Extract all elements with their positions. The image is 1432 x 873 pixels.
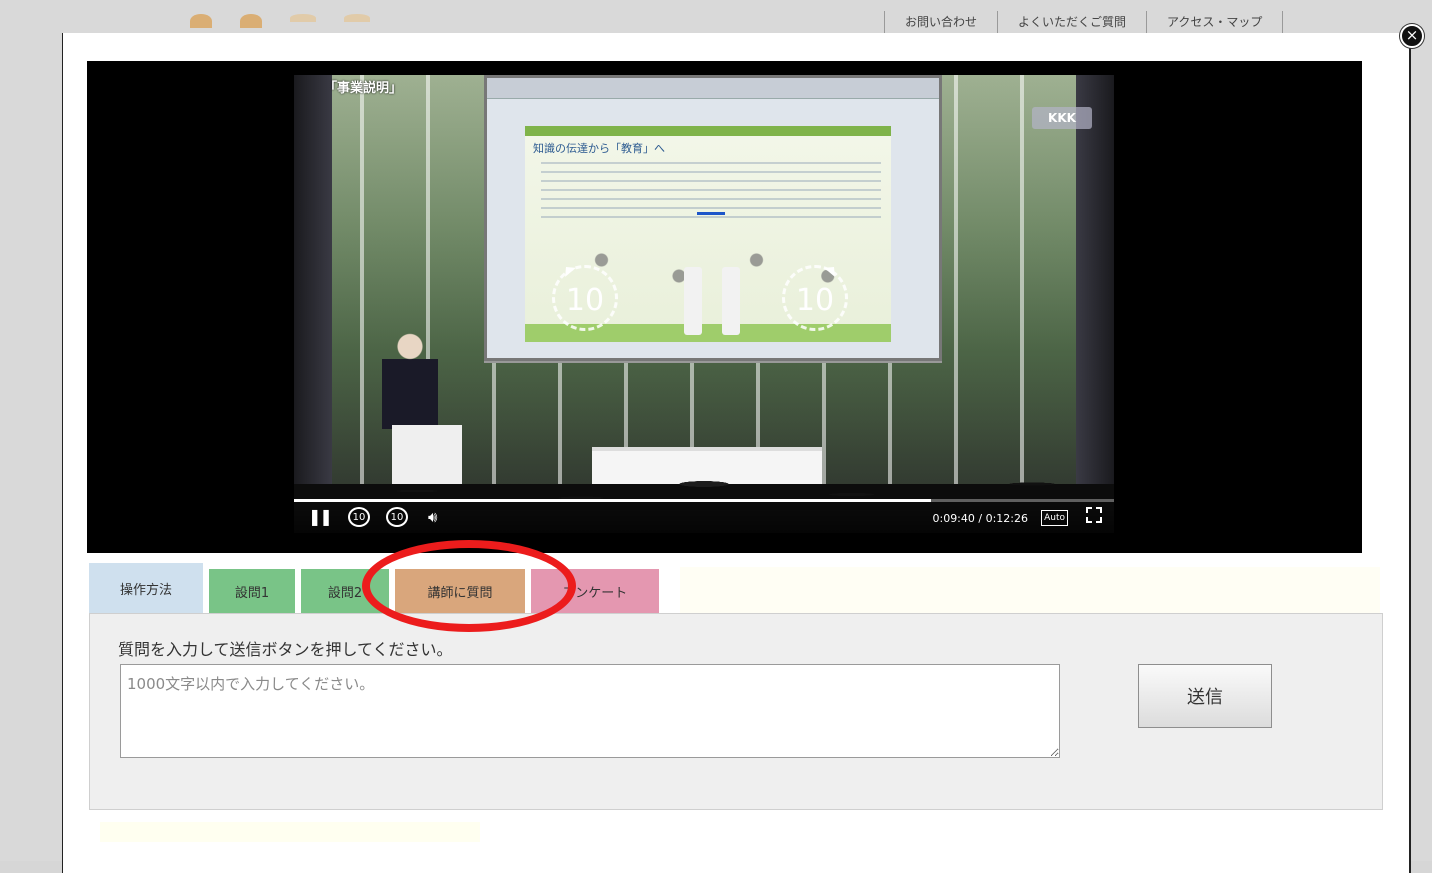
rewind-10-icon[interactable]: 10 <box>348 507 370 527</box>
tab-question-2[interactable]: 設問2 <box>301 569 389 613</box>
send-button[interactable]: 送信 <box>1138 664 1272 728</box>
pause-icon[interactable]: ❚❚ <box>308 507 333 527</box>
skip-forward-10-icon[interactable]: 10 <box>782 265 848 331</box>
progress-fill <box>294 499 932 502</box>
video-caption: 「事業説明」 <box>324 81 403 96</box>
video-frame[interactable]: 知識の伝達から「教育」へ 「事業説明」 KKK 10 10 ❚❚ 10 10 🔊… <box>294 75 1114 533</box>
brand-logo: KKK <box>1032 107 1092 129</box>
volume-icon[interactable]: 🔊︎ <box>428 507 437 527</box>
top-nav: お問い合わせ よくいただくご質問 アクセス・マップ <box>884 8 1284 36</box>
tab-question-1[interactable]: 設問1 <box>209 569 295 613</box>
tab-bar: 操作方法 設問1 設問2 講師に質問 アンケート <box>89 563 665 613</box>
fullscreen-icon[interactable] <box>1086 507 1102 523</box>
tab-survey[interactable]: アンケート <box>531 569 659 613</box>
quality-button[interactable]: Auto <box>1041 510 1068 526</box>
question-input[interactable] <box>120 664 1060 758</box>
bottom-strip <box>100 822 480 842</box>
nav-faq-link[interactable]: よくいただくご質問 <box>997 11 1146 33</box>
tab-ask-instructor[interactable]: 講師に質問 <box>395 569 525 613</box>
speaker-figure <box>382 333 438 429</box>
skip-back-10-icon[interactable]: 10 <box>552 265 618 331</box>
arrow-icon <box>697 212 725 215</box>
nav-access-link[interactable]: アクセス・マップ <box>1146 11 1284 33</box>
instruction-text: 質問を入力して送信ボタンを押してください。 <box>118 640 453 659</box>
control-bar: ❚❚ 10 10 🔊︎ 0:09:40 / 0:12:26 Auto <box>294 499 1114 533</box>
screen-toolbar <box>487 78 939 99</box>
tab-strip-background <box>680 567 1380 613</box>
slide-title: 知識の伝達から「教育」へ <box>533 142 665 155</box>
nav-contact-link[interactable]: お問い合わせ <box>884 11 997 33</box>
close-icon[interactable]: × <box>1400 24 1424 48</box>
big-pause-icon[interactable] <box>684 267 740 335</box>
background-logo <box>190 14 370 28</box>
question-panel: 質問を入力して送信ボタンを押してください。 送信 <box>89 613 1383 810</box>
time-display: 0:09:40 / 0:12:26 <box>932 512 1028 525</box>
progress-bar[interactable] <box>294 499 1114 502</box>
tab-how-to[interactable]: 操作方法 <box>89 563 203 613</box>
forward-10-icon[interactable]: 10 <box>386 507 408 527</box>
overlay-controls: 10 10 <box>552 255 872 355</box>
